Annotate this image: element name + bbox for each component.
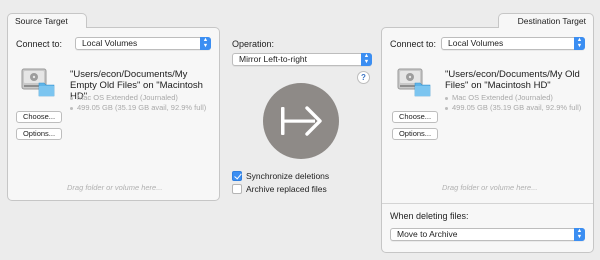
source-capacity: 499.05 GB (35.19 GB avail, 92.9% full) bbox=[70, 103, 215, 113]
source-connect-label: Connect to: bbox=[16, 39, 63, 49]
when-deleting-label: When deleting files: bbox=[390, 211, 469, 221]
source-drop-hint: Drag folder or volume here... bbox=[67, 183, 163, 192]
when-deleting-popup[interactable]: Move to Archive ▲ ▼ bbox=[390, 228, 585, 241]
destination-connect-value: Local Volumes bbox=[448, 38, 504, 48]
source-format: Mac OS Extended (Journaled) bbox=[70, 93, 215, 103]
destination-choose-button[interactable]: Choose... bbox=[392, 111, 438, 123]
destination-connect-label: Connect to: bbox=[390, 39, 437, 49]
synchronize-deletions-checkbox[interactable]: Synchronize deletions bbox=[232, 171, 329, 182]
destination-drop-hint: Drag folder or volume here... bbox=[442, 183, 538, 192]
chevron-updown-icon: ▲ ▼ bbox=[361, 53, 372, 66]
chevron-updown-icon: ▲ ▼ bbox=[574, 37, 585, 50]
source-connect-value: Local Volumes bbox=[82, 38, 138, 48]
destination-path: "Users/econ/Documents/My Old Files" on "… bbox=[445, 69, 580, 91]
operation-popup[interactable]: Mirror Left-to-right ▲ ▼ bbox=[232, 53, 372, 66]
checkbox-unchecked-icon bbox=[232, 184, 242, 194]
destination-options-button[interactable]: Options... bbox=[392, 128, 438, 140]
help-button[interactable]: ? bbox=[357, 71, 370, 84]
operation-value: Mirror Left-to-right bbox=[239, 54, 308, 64]
operation-label: Operation: bbox=[232, 39, 275, 49]
destination-target-tab: Destination Target bbox=[498, 13, 594, 28]
chevron-updown-icon: ▲ ▼ bbox=[200, 37, 211, 50]
destination-connect-popup[interactable]: Local Volumes ▲ ▼ bbox=[441, 37, 585, 50]
source-connect-popup[interactable]: Local Volumes ▲ ▼ bbox=[75, 37, 211, 50]
destination-capacity: 499.05 GB (35.19 GB avail, 92.9% full) bbox=[445, 103, 590, 113]
when-deleting-value: Move to Archive bbox=[397, 229, 458, 239]
destination-format: Mac OS Extended (Journaled) bbox=[445, 93, 590, 103]
archive-replaced-files-checkbox[interactable]: Archive replaced files bbox=[232, 184, 327, 195]
hard-disk-icon bbox=[21, 67, 55, 97]
chevron-updown-icon: ▲ ▼ bbox=[574, 228, 585, 241]
hard-disk-icon bbox=[397, 67, 431, 97]
checkbox-checked-icon bbox=[232, 171, 242, 181]
source-options-button[interactable]: Options... bbox=[16, 128, 62, 140]
source-choose-button[interactable]: Choose... bbox=[16, 111, 62, 123]
right-arrow-icon bbox=[263, 83, 339, 159]
divider bbox=[382, 203, 593, 204]
source-target-tab: Source Target bbox=[7, 13, 87, 28]
